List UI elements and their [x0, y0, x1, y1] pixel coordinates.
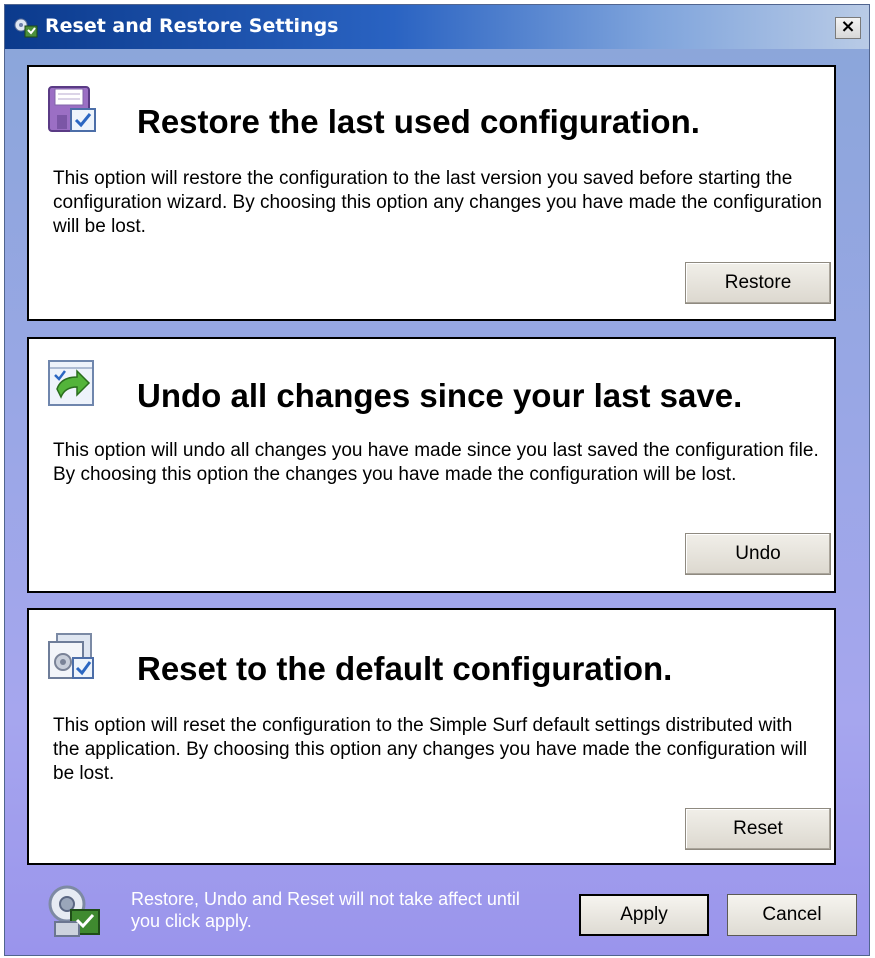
cancel-button[interactable]: Cancel	[727, 894, 857, 936]
undo-description: This option will undo all changes you ha…	[53, 440, 819, 485]
reset-settings-icon	[48, 633, 94, 679]
title-bar[interactable]: Reset and Restore Settings ×	[5, 5, 869, 49]
restore-button[interactable]: Restore	[685, 262, 831, 304]
undo-title: Undo all changes since your last save.	[137, 377, 743, 414]
reset-panel: Reset to the default configuration. This…	[27, 608, 836, 865]
restore-panel: Restore the last used configuration. Thi…	[27, 65, 836, 321]
footer-note: Restore, Undo and Reset will not take af…	[131, 889, 520, 931]
floppy-disk-icon	[48, 86, 96, 132]
reset-button[interactable]: Reset	[685, 808, 831, 850]
undo-arrow-icon	[48, 360, 94, 406]
undo-panel: Undo all changes since your last save. T…	[27, 337, 836, 593]
reset-title: Reset to the default configuration.	[137, 650, 673, 687]
app-icon	[14, 18, 38, 38]
restore-description: This option will restore the configurati…	[53, 168, 822, 237]
close-button[interactable]: ×	[835, 17, 861, 39]
restore-title: Restore the last used configuration.	[137, 103, 700, 140]
reset-description: This option will reset the configuration…	[53, 715, 808, 784]
gear-info-icon	[48, 885, 100, 937]
reset-restore-dialog: Reset and Restore Settings × Restore the…	[4, 4, 870, 956]
undo-button[interactable]: Undo	[685, 533, 831, 575]
apply-button[interactable]: Apply	[579, 894, 709, 936]
window-title: Reset and Restore Settings	[45, 15, 339, 37]
